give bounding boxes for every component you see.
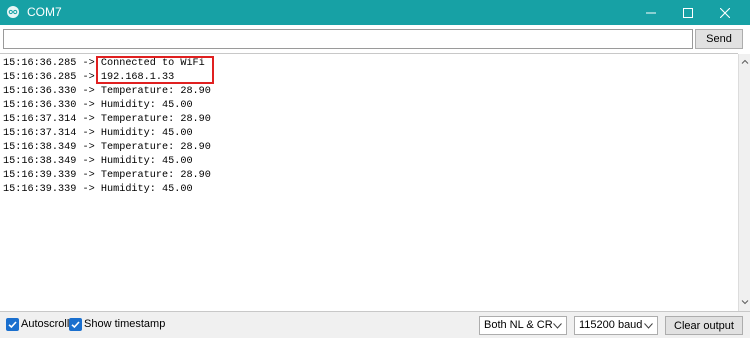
- send-button[interactable]: Send: [695, 29, 743, 49]
- output-line: 15:16:37.314 -> Humidity: 45.00: [3, 127, 193, 141]
- check-icon: [8, 321, 17, 329]
- line-message: Temperature: 28.90: [100, 114, 211, 125]
- line-message: Temperature: 28.90: [100, 86, 211, 97]
- output-line: 15:16:38.349 -> Humidity: 45.00: [3, 155, 193, 169]
- line-message: Humidity: 45.00: [100, 156, 193, 167]
- line-timestamp: 15:16:36.285: [3, 58, 77, 69]
- line-message: Humidity: 45.00: [100, 100, 193, 111]
- show-timestamp-checkbox[interactable]: [69, 318, 82, 331]
- scroll-up-icon[interactable]: [740, 57, 750, 67]
- serial-output: 15:16:36.285 -> Connected to WiFi 15:16:…: [0, 53, 738, 312]
- serial-input[interactable]: [3, 29, 693, 49]
- minimize-icon[interactable]: [633, 0, 669, 25]
- line-timestamp: 15:16:37.314: [3, 128, 77, 139]
- baud-rate-select[interactable]: 115200 baud: [574, 316, 658, 335]
- line-timestamp: 15:16:36.285: [3, 72, 77, 83]
- line-arrow: ->: [82, 86, 95, 97]
- output-line: 15:16:36.330 -> Temperature: 28.90: [3, 85, 211, 99]
- line-timestamp: 15:16:39.339: [3, 170, 77, 181]
- output-scrollbar[interactable]: [738, 54, 750, 311]
- line-message: Temperature: 28.90: [100, 142, 211, 153]
- line-message: Humidity: 45.00: [100, 184, 193, 195]
- line-timestamp: 15:16:38.349: [3, 156, 77, 167]
- line-arrow: ->: [82, 100, 95, 111]
- window-title: COM7: [27, 5, 62, 19]
- line-arrow: ->: [82, 128, 95, 139]
- line-message: Humidity: 45.00: [100, 128, 193, 139]
- scroll-down-icon[interactable]: [740, 297, 750, 307]
- line-timestamp: 15:16:39.339: [3, 184, 77, 195]
- arduino-icon: [7, 6, 19, 18]
- close-icon[interactable]: [707, 0, 743, 25]
- line-timestamp: 15:16:36.330: [3, 100, 77, 111]
- autoscroll-label[interactable]: Autoscroll: [21, 318, 69, 331]
- line-arrow: ->: [82, 114, 95, 125]
- line-timestamp: 15:16:36.330: [3, 86, 77, 97]
- line-arrow: ->: [82, 58, 95, 69]
- line-arrow: ->: [82, 184, 95, 195]
- send-row: Send: [0, 25, 750, 53]
- line-arrow: ->: [82, 156, 95, 167]
- output-line: 15:16:39.339 -> Humidity: 45.00: [3, 183, 193, 197]
- line-ending-select[interactable]: Both NL & CR: [479, 316, 567, 335]
- line-timestamp: 15:16:37.314: [3, 114, 77, 125]
- output-line: 15:16:39.339 -> Temperature: 28.90: [3, 169, 211, 183]
- baud-rate-value: 115200 baud: [579, 319, 643, 331]
- highlight-box: [96, 56, 214, 84]
- show-timestamp-label[interactable]: Show timestamp: [84, 318, 165, 331]
- line-timestamp: 15:16:38.349: [3, 142, 77, 153]
- autoscroll-checkbox[interactable]: [6, 318, 19, 331]
- output-line: 15:16:38.349 -> Temperature: 28.90: [3, 141, 211, 155]
- line-message: Temperature: 28.90: [100, 170, 211, 181]
- output-line: 15:16:37.314 -> Temperature: 28.90: [3, 113, 211, 127]
- line-arrow: ->: [82, 170, 95, 181]
- line-arrow: ->: [82, 142, 95, 153]
- clear-output-button[interactable]: Clear output: [665, 316, 743, 335]
- output-line: 15:16:36.330 -> Humidity: 45.00: [3, 99, 193, 113]
- footer-bar: Autoscroll Show timestamp Both NL & CR 1…: [0, 311, 750, 338]
- line-arrow: ->: [82, 72, 95, 83]
- line-ending-value: Both NL & CR: [484, 319, 553, 331]
- maximize-icon[interactable]: [670, 0, 706, 25]
- chevron-down-icon: [644, 323, 653, 329]
- chevron-down-icon: [553, 323, 562, 329]
- title-bar: COM7: [0, 0, 750, 25]
- check-icon: [71, 321, 80, 329]
